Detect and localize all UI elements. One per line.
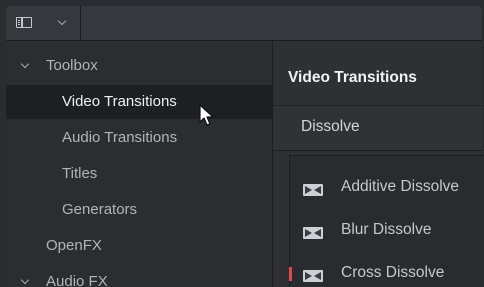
panel-toolbar (6, 6, 482, 41)
sidebar-item-audio-fx[interactable]: Audio FX (6, 265, 272, 287)
mouse-pointer-icon (199, 104, 214, 126)
section-label: Dissolve (301, 118, 360, 135)
selection-marker (289, 267, 292, 281)
list-item-label: Cross Dissolve (341, 264, 445, 281)
sidebar-item-label: Generators (62, 201, 138, 218)
list-item-label: Additive Dissolve (341, 178, 460, 195)
chevron-down-icon (20, 59, 30, 69)
transition-list: Additive Dissolve Blur Dissolve Cross Di… (289, 155, 482, 287)
chevron-down-icon (20, 275, 30, 285)
sidebar-item-titles[interactable]: Titles (6, 157, 272, 191)
sidebar-panel-icon (16, 17, 32, 28)
sidebar-item-label: Audio FX (46, 273, 108, 287)
list-item-blur-dissolve[interactable]: Blur Dissolve (290, 211, 482, 251)
list-item-cross-dissolve[interactable]: Cross Dissolve (290, 254, 482, 287)
effects-sidebar: Toolbox Video Transitions Audio Transiti… (6, 41, 273, 287)
sidebar-item-label: Titles (62, 165, 98, 182)
transition-bowtie-icon (303, 184, 323, 196)
sidebar-item-label: OpenFX (46, 237, 102, 254)
sidebar-item-video-transitions[interactable]: Video Transitions (6, 85, 272, 119)
list-item-label: Blur Dissolve (341, 221, 432, 238)
transition-bowtie-icon (303, 227, 323, 239)
sidebar-item-openfx[interactable]: OpenFX (6, 229, 272, 263)
effects-library-panel: Toolbox Video Transitions Audio Transiti… (6, 6, 482, 287)
panel-toggle-button[interactable] (6, 6, 81, 40)
page-title: Video Transitions (288, 69, 417, 86)
sidebar-item-toolbox[interactable]: Toolbox (6, 49, 272, 83)
sidebar-item-generators[interactable]: Generators (6, 193, 272, 227)
sidebar-item-label: Audio Transitions (62, 129, 178, 146)
chevron-down-icon (57, 16, 67, 26)
sidebar-item-label: Video Transitions (62, 93, 177, 110)
sidebar-item-audio-transitions[interactable]: Audio Transitions (6, 121, 272, 155)
transition-bowtie-icon (303, 270, 323, 282)
list-item-additive-dissolve[interactable]: Additive Dissolve (290, 168, 482, 208)
sidebar-item-label: Toolbox (46, 57, 98, 74)
section-header-dissolve[interactable]: Dissolve (273, 105, 482, 151)
transitions-content: Video Transitions Dissolve Additive Diss… (273, 41, 482, 287)
